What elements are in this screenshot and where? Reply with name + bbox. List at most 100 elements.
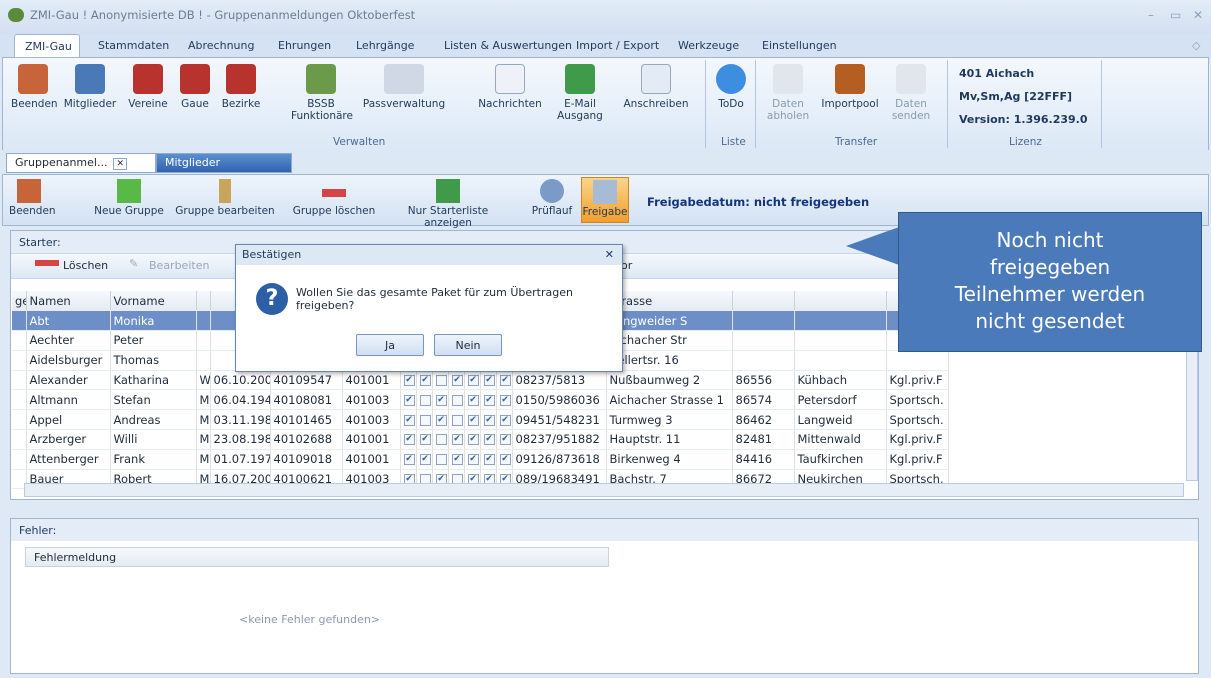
minimize-icon[interactable]: – bbox=[1148, 8, 1154, 22]
checkbox[interactable]: ✔ bbox=[403, 394, 415, 406]
dialog-close-icon[interactable]: ✕ bbox=[605, 248, 614, 261]
checkbox[interactable]: ✔ bbox=[403, 434, 415, 446]
ribbon-bezirke-button[interactable]: Bezirke bbox=[217, 64, 265, 110]
neue-gruppe-button[interactable]: Neue Gruppe bbox=[91, 179, 167, 217]
table-row[interactable]: AlexanderKatharinaW06.10.200340109547401… bbox=[12, 370, 949, 391]
checkbox[interactable]: ✔ bbox=[403, 414, 415, 426]
column-header[interactable] bbox=[196, 291, 211, 312]
ribbon-beenden-button[interactable]: Beenden bbox=[11, 64, 58, 110]
bearbeiten-button[interactable]: Bearbeiten bbox=[149, 259, 209, 272]
close-icon[interactable]: ✕ bbox=[1193, 8, 1203, 22]
checkbox[interactable]: ✔ bbox=[403, 454, 415, 466]
letter-a-icon bbox=[641, 64, 671, 94]
title-bar: ZMI-Gau ! Anonymisierte DB ! - Gruppenan… bbox=[0, 0, 1211, 34]
column-header[interactable]: Vorname bbox=[110, 291, 197, 312]
checkbox[interactable] bbox=[435, 454, 447, 466]
checkbox[interactable]: ✔ bbox=[483, 454, 495, 466]
menu-abrechnung[interactable]: Abrechnung bbox=[188, 34, 254, 58]
column-header[interactable]: Namen bbox=[26, 291, 111, 312]
checkbox[interactable]: ✔ bbox=[403, 375, 415, 387]
checkbox[interactable] bbox=[419, 394, 431, 406]
checkbox[interactable]: ✔ bbox=[499, 414, 511, 426]
table-row[interactable]: AltmannStefanM06.04.194340108081401003✔✔… bbox=[12, 389, 949, 411]
checkbox[interactable]: ✔ bbox=[499, 394, 511, 406]
ribbon-passverwaltung-button[interactable]: Passverwaltung bbox=[361, 64, 447, 110]
gruppe-bearbeiten-button[interactable]: Gruppe bearbeiten bbox=[173, 179, 277, 217]
maximize-icon[interactable]: ▭ bbox=[1170, 8, 1181, 22]
checkbox[interactable] bbox=[451, 394, 463, 406]
checkbox[interactable]: ✔ bbox=[435, 394, 447, 406]
freigabe-button[interactable]: Freigabe bbox=[581, 177, 629, 223]
ribbon-email-ausgang-button[interactable]: E-Mail Ausgang bbox=[555, 64, 605, 122]
ribbon-bssb-button[interactable]: BSSB Funktionäre bbox=[291, 64, 353, 122]
table-cell: 40102688 bbox=[270, 429, 343, 450]
gruppe-loeschen-button[interactable]: Gruppe löschen bbox=[289, 179, 379, 217]
column-header[interactable]: gel bbox=[12, 291, 27, 312]
menu-ehrungen[interactable]: Ehrungen bbox=[278, 34, 331, 58]
checkbox[interactable]: ✔ bbox=[483, 434, 495, 446]
column-header[interactable]: Strasse bbox=[606, 291, 733, 312]
menu-lehrgaenge[interactable]: Lehrgänge bbox=[356, 34, 414, 58]
vereine-house-icon bbox=[133, 64, 163, 94]
yes-button[interactable]: Ja bbox=[356, 334, 424, 356]
ribbon-importpool-button[interactable]: Importpool bbox=[821, 64, 879, 110]
checkbox[interactable]: ✔ bbox=[467, 375, 479, 387]
toolbar-beenden-button[interactable]: Beenden bbox=[9, 179, 56, 217]
table-cell bbox=[12, 389, 27, 411]
menu-stammdaten[interactable]: Stammdaten bbox=[98, 34, 169, 58]
tab-gruppenanmeldung[interactable]: Gruppenanmel... ✕ bbox=[6, 153, 156, 173]
checkbox[interactable]: ✔ bbox=[467, 434, 479, 446]
table-cell: 06.10.2003 bbox=[210, 370, 271, 391]
app-icon bbox=[8, 8, 24, 22]
menu-werkzeuge[interactable]: Werkzeuge bbox=[678, 34, 739, 58]
checkbox[interactable]: ✔ bbox=[467, 394, 479, 406]
checkbox[interactable]: ✔ bbox=[499, 454, 511, 466]
prueflauf-button[interactable]: Prüflauf bbox=[527, 179, 577, 217]
menu-import-export[interactable]: Import / Export bbox=[576, 34, 659, 58]
ribbon-todo-button[interactable]: ToDo bbox=[711, 64, 751, 110]
fehlermeldung-column-header[interactable]: Fehlermeldung bbox=[25, 547, 609, 567]
column-header[interactable] bbox=[732, 291, 795, 312]
menu-zmi-gau[interactable]: ZMI-Gau bbox=[14, 34, 80, 58]
ribbon-nachrichten-button[interactable]: Nachrichten bbox=[473, 64, 547, 110]
ribbon-gaue-button[interactable]: Gaue bbox=[175, 64, 215, 110]
checkbox[interactable]: ✔ bbox=[483, 394, 495, 406]
horizontal-scrollbar[interactable] bbox=[24, 483, 1184, 497]
checkbox[interactable]: ✔ bbox=[435, 414, 447, 426]
checkbox[interactable]: ✔ bbox=[451, 434, 463, 446]
checkbox[interactable] bbox=[419, 414, 431, 426]
checkbox[interactable]: ✔ bbox=[467, 414, 479, 426]
checkbox[interactable] bbox=[451, 414, 463, 426]
checkbox[interactable]: ✔ bbox=[467, 454, 479, 466]
ribbon-daten-senden-button[interactable]: Daten senden bbox=[887, 64, 935, 122]
checkbox[interactable]: ✔ bbox=[499, 434, 511, 446]
ribbon-vereine-button[interactable]: Vereine bbox=[123, 64, 173, 110]
checkbox[interactable]: ✔ bbox=[419, 375, 431, 387]
ribbon-anschreiben-button[interactable]: Anschreiben bbox=[619, 64, 693, 110]
checkbox[interactable]: ✔ bbox=[419, 454, 431, 466]
no-button[interactable]: Nein bbox=[434, 334, 502, 356]
checkbox[interactable]: ✔ bbox=[451, 375, 463, 387]
tab-close-icon[interactable]: ✕ bbox=[113, 158, 128, 170]
checkbox[interactable]: ✔ bbox=[499, 375, 511, 387]
menu-einstellungen[interactable]: Einstellungen bbox=[762, 34, 837, 58]
table-cell: 03.11.1985 bbox=[210, 409, 271, 431]
checkbox[interactable]: ✔ bbox=[451, 454, 463, 466]
checkbox[interactable]: ✔ bbox=[483, 414, 495, 426]
menu-listen[interactable]: Listen & Auswertungen bbox=[444, 34, 572, 58]
loeschen-button[interactable]: Löschen bbox=[63, 259, 108, 272]
ribbon-collapse-icon[interactable]: ◇ bbox=[1192, 39, 1200, 52]
checkbox[interactable]: ✔ bbox=[483, 375, 495, 387]
checkbox[interactable] bbox=[435, 375, 447, 387]
ribbon-mitglieder-button[interactable]: Mitglieder bbox=[61, 64, 119, 110]
nur-starterliste-button[interactable]: Nur Starterliste anzeigen bbox=[383, 179, 513, 229]
table-row[interactable]: AppelAndreasM03.11.198540101465401003✔✔✔… bbox=[12, 409, 949, 431]
checkbox[interactable]: ✔ bbox=[419, 434, 431, 446]
table-row[interactable]: AttenbergerFrankM01.07.19704010901840100… bbox=[12, 449, 949, 470]
table-row[interactable]: ArzbergerWilliM23.08.198540102688401001✔… bbox=[12, 429, 949, 450]
tab-mitglieder[interactable]: Mitglieder bbox=[156, 153, 292, 173]
members-icon bbox=[75, 64, 105, 94]
checkbox[interactable] bbox=[435, 434, 447, 446]
column-header[interactable] bbox=[794, 291, 887, 312]
ribbon-daten-abholen-button[interactable]: Daten abholen bbox=[763, 64, 813, 122]
